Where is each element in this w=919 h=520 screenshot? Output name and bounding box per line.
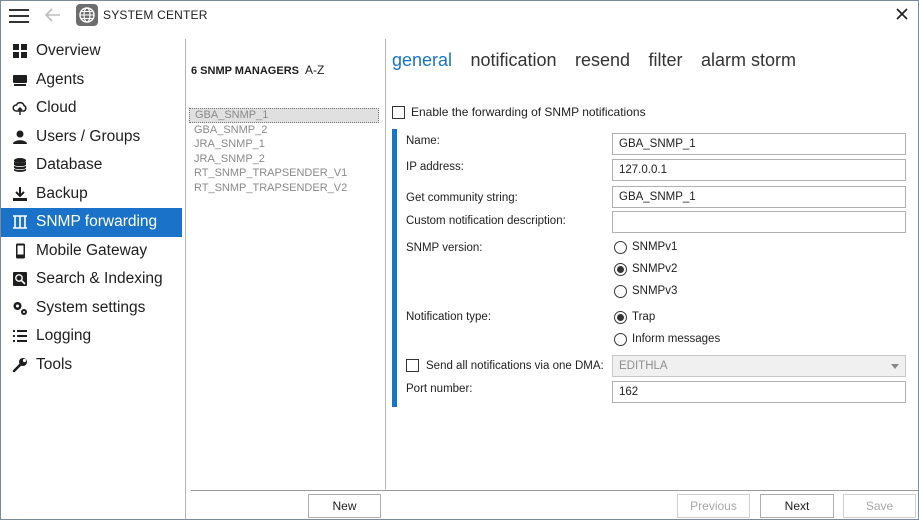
tab-alarm-storm[interactable]: alarm storm	[701, 50, 796, 71]
user-icon	[12, 129, 28, 145]
gears-icon	[12, 300, 28, 316]
name-field[interactable]: GBA_SNMP_1	[612, 133, 906, 155]
divider	[385, 39, 386, 489]
cloud-icon	[12, 100, 28, 116]
sidebar-item-label: Logging	[36, 327, 92, 344]
globe-logo-icon	[76, 4, 98, 26]
sidebar-item-tools[interactable]: Tools	[1, 351, 182, 380]
inform-messages-radio[interactable]	[614, 333, 627, 346]
send-via-dma-label: Send all notifications via one DMA:	[426, 360, 604, 372]
sidebar-item-label: Cloud	[36, 99, 77, 116]
sidebar-item-label: Backup	[36, 184, 88, 202]
footer-divider	[191, 490, 918, 491]
sidebar-item-label: System settings	[36, 298, 146, 316]
close-icon[interactable]	[892, 5, 912, 25]
sidebar-item-backup[interactable]: Backup	[1, 180, 182, 209]
sidebar-item-label: Agents	[36, 70, 85, 88]
chevron-down-icon	[891, 364, 899, 369]
agents-icon	[12, 72, 28, 88]
snmp-version-label: SNMP version:	[406, 242, 483, 254]
port-number-label: Port number:	[406, 383, 473, 395]
enable-forwarding-checkbox[interactable]	[392, 106, 405, 119]
sidebar-item-database[interactable]: Database	[1, 151, 182, 180]
send-via-dma-checkbox[interactable]	[406, 359, 419, 372]
dma-dropdown[interactable]: EDITHLA	[612, 355, 906, 377]
sidebar-item-label: Users / Groups	[36, 127, 141, 145]
managers-list: GBA_SNMP_1 GBA_SNMP_2 JRA_SNMP_1 JRA_SNM…	[189, 108, 379, 196]
enable-forwarding-label: Enable the forwarding of SNMP notificati…	[411, 105, 646, 119]
snmpv2-radio[interactable]	[614, 263, 627, 276]
trap-radio[interactable]	[614, 311, 627, 324]
dashboard-icon	[12, 43, 28, 59]
managers-header: 6 SNMP MANAGERS A-Z	[191, 63, 324, 77]
list-icon	[12, 328, 28, 344]
snmpv3-radio[interactable]	[614, 285, 627, 298]
app-title: SYSTEM CENTER	[103, 8, 208, 22]
section-accent-bar	[392, 129, 397, 407]
snmpv3-label: SNMPv3	[632, 285, 678, 297]
snmpv2-label: SNMPv2	[632, 263, 678, 275]
tab-filter[interactable]: filter	[649, 50, 683, 71]
community-string-field[interactable]: GBA_SNMP_1	[612, 186, 906, 208]
sidebar-item-search-indexing[interactable]: Search & Indexing	[1, 265, 182, 294]
ip-address-field[interactable]: 127.0.0.1	[612, 159, 906, 181]
download-icon	[12, 186, 28, 202]
list-item[interactable]: GBA_SNMP_2	[189, 123, 379, 138]
list-item[interactable]: RT_SNMP_TRAPSENDER_V2	[189, 181, 379, 196]
dma-dropdown-value: EDITHLA	[619, 360, 668, 372]
title-bar: SYSTEM CENTER	[1, 1, 918, 31]
sidebar-item-logging[interactable]: Logging	[1, 322, 182, 351]
sidebar-item-label: Database	[36, 156, 103, 173]
list-item[interactable]: JRA_SNMP_1	[189, 137, 379, 152]
snmpv1-label: SNMPv1	[632, 241, 678, 253]
port-number-field[interactable]: 162	[612, 381, 906, 403]
previous-button[interactable]: Previous	[677, 494, 750, 518]
community-string-label: Get community string:	[406, 192, 518, 204]
next-button[interactable]: Next	[760, 494, 834, 518]
database-icon	[12, 157, 28, 173]
divider	[185, 39, 186, 519]
sort-toggle[interactable]: A-Z	[305, 63, 324, 77]
sidebar-item-mobile-gateway[interactable]: Mobile Gateway	[1, 237, 182, 266]
list-item[interactable]: GBA_SNMP_1	[189, 108, 379, 123]
sidebar-item-label: Tools	[36, 355, 73, 373]
sidebar-item-label: SNMP forwarding	[36, 213, 158, 230]
sidebar-item-users-groups[interactable]: Users / Groups	[1, 123, 182, 152]
inform-messages-label: Inform messages	[632, 333, 721, 345]
search-indexing-icon	[12, 271, 28, 287]
tab-general[interactable]: general	[392, 50, 452, 71]
app-window: SYSTEM CENTER Overview Agents Cloud User…	[0, 0, 919, 520]
sidebar-item-system-settings[interactable]: System settings	[1, 294, 182, 323]
tab-notification[interactable]: notification	[471, 50, 557, 71]
sidebar-item-cloud[interactable]: Cloud	[1, 94, 182, 123]
sidebar-item-overview[interactable]: Overview	[1, 37, 182, 66]
notification-type-label: Notification type:	[406, 311, 492, 323]
list-item[interactable]: RT_SNMP_TRAPSENDER_V1	[189, 166, 379, 181]
snmp-icon	[12, 214, 28, 230]
snmpv1-radio[interactable]	[614, 241, 627, 254]
new-button[interactable]: New	[308, 494, 381, 518]
sidebar-item-snmp-forwarding[interactable]: SNMP forwarding	[1, 208, 182, 237]
tab-bar: general notification resend filter alarm…	[392, 50, 810, 74]
sidebar-item-label: Mobile Gateway	[36, 241, 148, 259]
sidebar-item-label: Overview	[36, 42, 101, 59]
name-label: Name:	[406, 135, 440, 147]
wrench-icon	[12, 357, 28, 373]
save-button[interactable]: Save	[843, 494, 916, 518]
managers-count-label: 6 SNMP MANAGERS	[191, 65, 299, 77]
list-item[interactable]: JRA_SNMP_2	[189, 152, 379, 167]
ip-address-label: IP address:	[406, 161, 464, 173]
sidebar: Overview Agents Cloud Users / Groups Dat…	[1, 37, 182, 379]
tab-resend[interactable]: resend	[575, 50, 630, 71]
back-arrow-icon[interactable]	[43, 5, 63, 25]
sidebar-item-agents[interactable]: Agents	[1, 66, 182, 95]
custom-description-label: Custom notification description:	[406, 215, 566, 227]
sidebar-item-label: Search & Indexing	[36, 270, 163, 287]
mobile-icon	[12, 243, 28, 259]
trap-label: Trap	[632, 311, 656, 323]
custom-description-field[interactable]	[612, 211, 906, 233]
hamburger-menu-icon[interactable]	[9, 9, 29, 23]
